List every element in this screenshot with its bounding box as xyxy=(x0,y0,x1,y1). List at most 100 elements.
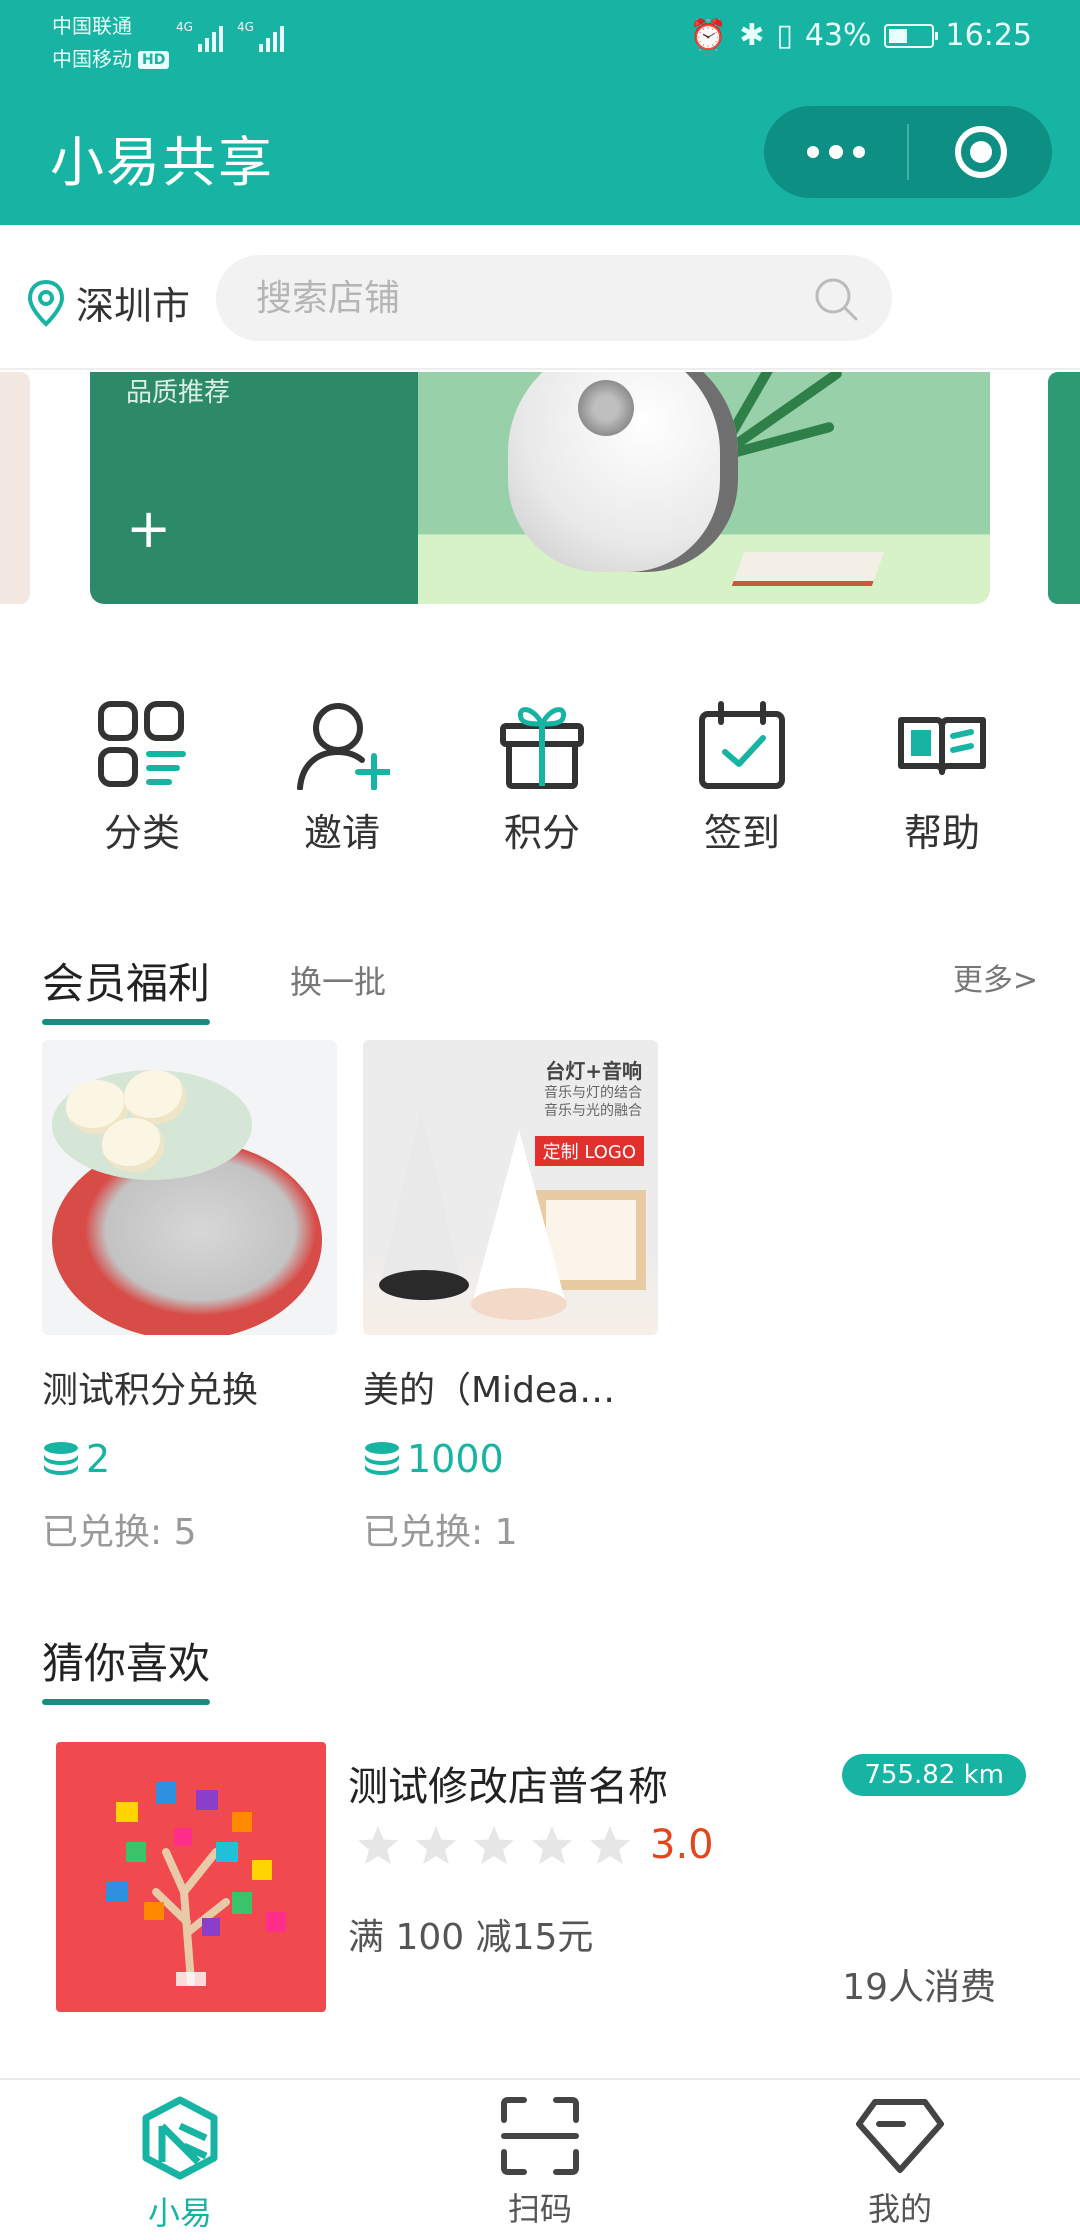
tab-label: 小易 xyxy=(147,2194,212,2232)
city-label: 深圳市 xyxy=(76,284,191,328)
star-icon xyxy=(473,1825,515,1865)
product-name: 美的（Midea… xyxy=(363,1370,616,1411)
quick-label: 邀请 xyxy=(303,811,380,855)
tab-label: 我的 xyxy=(867,2190,932,2228)
member-section-title[interactable]: 会员福利 xyxy=(42,950,211,1025)
battery-icon xyxy=(883,23,938,48)
star-icon xyxy=(357,1825,399,1865)
product-points: 1000 xyxy=(363,1437,658,1481)
recommend-section-title: 猜你喜欢 xyxy=(42,1630,211,1705)
quick-item-help[interactable]: 帮助 xyxy=(842,700,1042,860)
quick-menu: 分类 邀请 积分 签到 帮助 xyxy=(0,700,1080,860)
banner-next-slide[interactable] xyxy=(1048,372,1080,604)
image-sub1: 音乐与灯的结合 xyxy=(544,1085,642,1101)
image-sub2: 音乐与光的融合 xyxy=(544,1103,642,1119)
location-selector[interactable]: 深圳市 xyxy=(26,275,190,330)
more-menu-button[interactable] xyxy=(764,106,907,198)
quick-item-points[interactable]: 积分 xyxy=(442,700,642,860)
more-link[interactable]: 更多> xyxy=(953,955,1038,999)
exchanged-count: 已兑换: 1 xyxy=(363,1512,518,1553)
product-image: 台灯+音响 音乐与灯的结合 音乐与光的融合 定制 LOGO xyxy=(363,1040,658,1335)
signal-indicators: 4G 4G xyxy=(176,20,284,52)
vibrate-icon: ▯ xyxy=(776,18,793,53)
banner-plus: + xyxy=(126,497,172,560)
quick-item-category[interactable]: 分类 xyxy=(42,700,242,860)
search-box[interactable] xyxy=(216,255,892,341)
rating-stars: 3.0 xyxy=(356,1822,714,1868)
shop-thumbnail xyxy=(56,1742,326,2012)
coin-stack-icon xyxy=(365,1442,399,1475)
hd-badge: HD xyxy=(138,50,170,69)
banner-image xyxy=(418,372,990,604)
quick-label: 签到 xyxy=(703,811,780,855)
banner-slide[interactable]: 品质推荐 + xyxy=(90,372,990,604)
coin-stack-icon xyxy=(44,1442,78,1475)
refresh-batch-button[interactable]: 换一批 xyxy=(290,957,386,1025)
image-text: 台灯+音响 音乐与灯的结合 音乐与光的融合 xyxy=(544,1058,642,1120)
product-image xyxy=(42,1040,337,1335)
search-input[interactable] xyxy=(256,277,796,319)
member-product-card[interactable]: 台灯+音响 音乐与灯的结合 音乐与光的融合 定制 LOGO 美的（Midea… … xyxy=(363,1040,658,1555)
signal-icon: 4G xyxy=(176,20,223,52)
more-dots-icon xyxy=(806,144,865,159)
category-icon xyxy=(98,701,186,787)
banner-prev-slide[interactable] xyxy=(0,372,30,604)
star-icon xyxy=(415,1825,457,1865)
battery-percent: 43% xyxy=(804,18,872,53)
app-title: 小易共享 xyxy=(50,131,274,194)
carrier-info: 中国联通 中国移动 HD xyxy=(52,10,170,76)
tab-label: 扫码 xyxy=(507,2190,572,2228)
quick-item-checkin[interactable]: 签到 xyxy=(642,700,842,860)
alarm-icon: ⏰ xyxy=(689,18,728,53)
invite-icon xyxy=(297,703,390,790)
home-logo-icon xyxy=(142,2096,218,2180)
exchanged-count: 已兑换: 5 xyxy=(42,1512,197,1553)
help-book-icon xyxy=(898,717,986,775)
search-icon[interactable] xyxy=(812,275,860,323)
carrier-1: 中国联通 xyxy=(52,14,132,38)
product-name: 测试积分兑换 xyxy=(42,1370,259,1411)
distance-badge: 755.82 km xyxy=(842,1754,1026,1796)
network-type-1: 4G xyxy=(176,20,193,34)
points-value: 1000 xyxy=(407,1437,504,1481)
banner-text-panel: 品质推荐 + xyxy=(90,372,418,604)
clock: 16:25 xyxy=(945,18,1032,53)
gift-icon xyxy=(500,707,584,789)
diamond-icon xyxy=(856,2099,944,2173)
member-product-card[interactable]: 测试积分兑换 2 已兑换: 5 xyxy=(42,1040,337,1555)
book-image xyxy=(731,552,885,586)
tree-illustration xyxy=(106,1782,286,1986)
promotion-text: 满 100 减15元 xyxy=(348,1917,594,1958)
bluetooth-icon: ✱ xyxy=(739,18,765,53)
quick-label: 帮助 xyxy=(903,811,980,855)
carrier-2: 中国移动 xyxy=(52,47,132,71)
miniapp-capsule xyxy=(764,106,1052,198)
top-header: 中国联通 中国移动 HD 4G 4G ⏰ ✱ ▯ 43% 16:25 小易共享 xyxy=(0,0,1080,225)
points-value: 2 xyxy=(86,1437,111,1481)
network-type-2: 4G xyxy=(236,20,254,34)
tab-home[interactable]: 小易 xyxy=(0,2080,360,2240)
search-bar-row: 深圳市 xyxy=(0,225,1080,370)
rating-value: 3.0 xyxy=(650,1822,714,1868)
bottom-tab-bar: 小易 扫码 我的 xyxy=(0,2078,1080,2240)
signal-icon: 4G xyxy=(237,20,284,52)
status-right: ⏰ ✱ ▯ 43% 16:25 xyxy=(690,18,1032,53)
location-pin-icon xyxy=(27,279,65,327)
tab-mine[interactable]: 我的 xyxy=(720,2080,1080,2240)
image-title: 台灯+音响 xyxy=(545,1059,642,1083)
shop-list-item[interactable]: 测试修改店普名称 755.82 km 3.0 满 100 减15元 19人消费 xyxy=(56,1740,1026,2012)
scan-icon xyxy=(501,2097,579,2175)
product-points: 2 xyxy=(42,1437,337,1481)
quick-item-invite[interactable]: 邀请 xyxy=(242,700,442,860)
quick-label: 分类 xyxy=(103,811,180,855)
star-icon xyxy=(531,1825,573,1865)
humidifier-image xyxy=(508,372,738,572)
member-section-header: 会员福利 换一批 xyxy=(42,950,386,1025)
tab-scan[interactable]: 扫码 xyxy=(360,2080,720,2240)
target-circle-icon xyxy=(954,126,1007,178)
checkin-icon xyxy=(699,701,785,789)
banner-tag: 品质推荐 xyxy=(126,378,231,408)
consumer-count: 19人消费 xyxy=(842,1967,996,2008)
recommend-section-header: 猜你喜欢 xyxy=(42,1630,211,1705)
close-miniapp-button[interactable] xyxy=(909,106,1052,198)
